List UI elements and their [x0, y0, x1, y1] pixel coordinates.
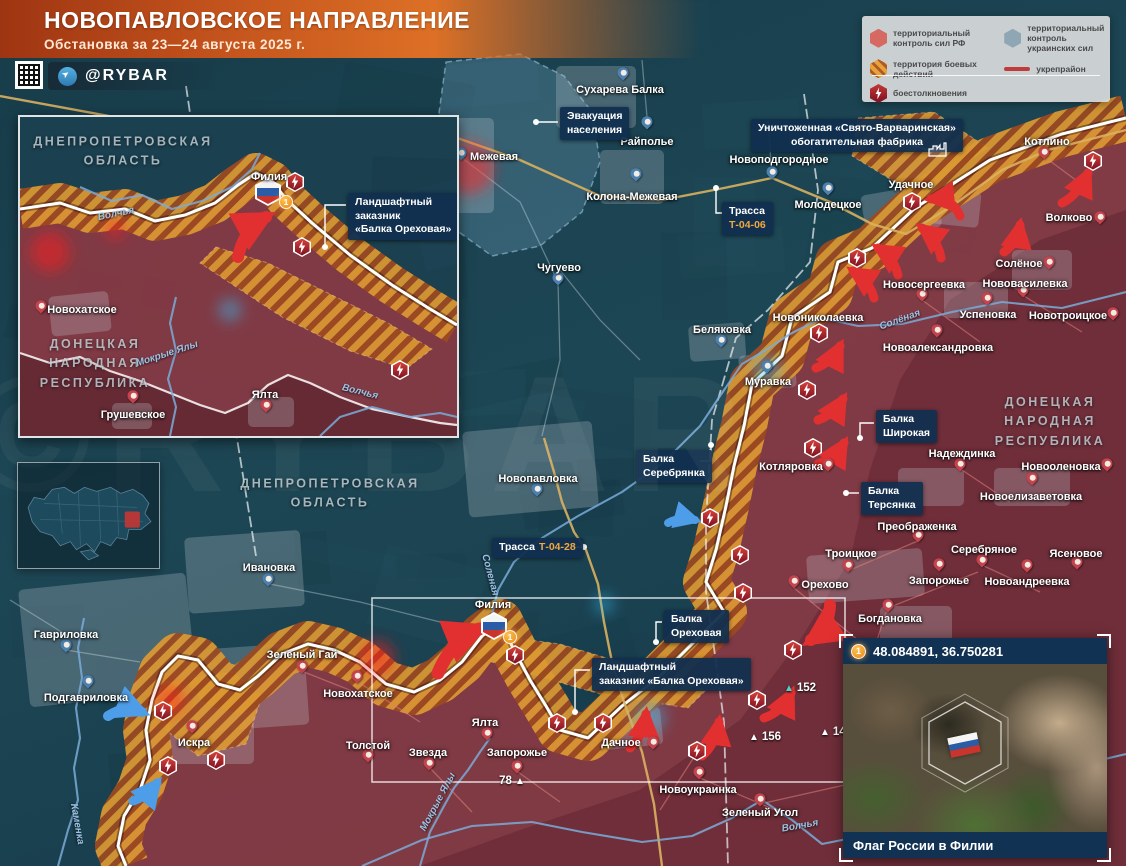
hex-clash-icon — [870, 84, 887, 103]
channel-handle[interactable]: @RYBAR — [85, 67, 169, 85]
corner-mark — [839, 634, 853, 648]
page-title: НОВОПАВЛОВСКОЕ НАПРАВЛЕНИЕ — [44, 7, 700, 34]
hex-ru-icon — [870, 29, 887, 48]
legend-label: укрепрайон — [1036, 64, 1086, 74]
telegram-icon — [58, 67, 77, 86]
legend-item: боестолкновения — [870, 84, 1002, 103]
corner-mark — [1097, 848, 1111, 862]
channel-bar: @RYBAR — [48, 62, 229, 90]
page-subtitle: Обстановка за 23—24 августа 2025 г. — [44, 37, 700, 52]
photo-caption: Флаг России в Филии — [843, 832, 1107, 858]
legend-item: территориальный контроль сил РФ — [870, 28, 1002, 48]
photo-panel: 1 48.084891, 36.750281 Флаг России в Фил… — [843, 638, 1107, 858]
ukraine-outline — [18, 463, 159, 568]
legend-item: укрепрайон — [1004, 64, 1104, 74]
legend-item: территориальный контроль украинских сил — [1004, 23, 1104, 54]
legend-label: боестолкновения — [893, 88, 967, 98]
hex-ua-icon — [1004, 29, 1021, 48]
qr-pattern — [18, 64, 40, 86]
corner-mark — [1097, 634, 1111, 648]
qr-code[interactable] — [15, 61, 43, 89]
map-stage: ©RYBAR ДНЕПРОПЕТРОВСКАЯ ОБЛАСТЬДОНЕЦКАЯ … — [0, 0, 1126, 866]
photo-coordinates: 48.084891, 36.750281 — [873, 644, 1003, 659]
photo-image — [843, 664, 1107, 832]
photo-ref-number: 1 — [851, 644, 866, 659]
highlighted-region — [125, 511, 140, 527]
map-legend: территориальный контроль сил РФ территори… — [862, 16, 1110, 102]
legend-label: территориальный контроль сил РФ — [893, 28, 1002, 48]
legend-grid: территориальный контроль сил РФ территори… — [870, 23, 1102, 103]
corner-mark — [839, 848, 853, 862]
ukraine-locator-map — [17, 462, 160, 569]
detail-inset-map: ДНЕПРОПЕТРОВСКАЯ ОБЛАСТЬДОНЕЦКАЯ НАРОДНА… — [18, 115, 459, 438]
legend-label: территориальный контроль украинских сил — [1027, 23, 1104, 54]
title-banner: НОВОПАВЛОВСКОЕ НАПРАВЛЕНИЕ Обстановка за… — [0, 0, 700, 58]
legend-divider — [872, 75, 1100, 76]
line-fort-icon — [1004, 67, 1030, 71]
inset-map-canvas — [20, 117, 457, 436]
factory-icon — [928, 142, 948, 157]
photo-header: 1 48.084891, 36.750281 — [843, 638, 1107, 664]
